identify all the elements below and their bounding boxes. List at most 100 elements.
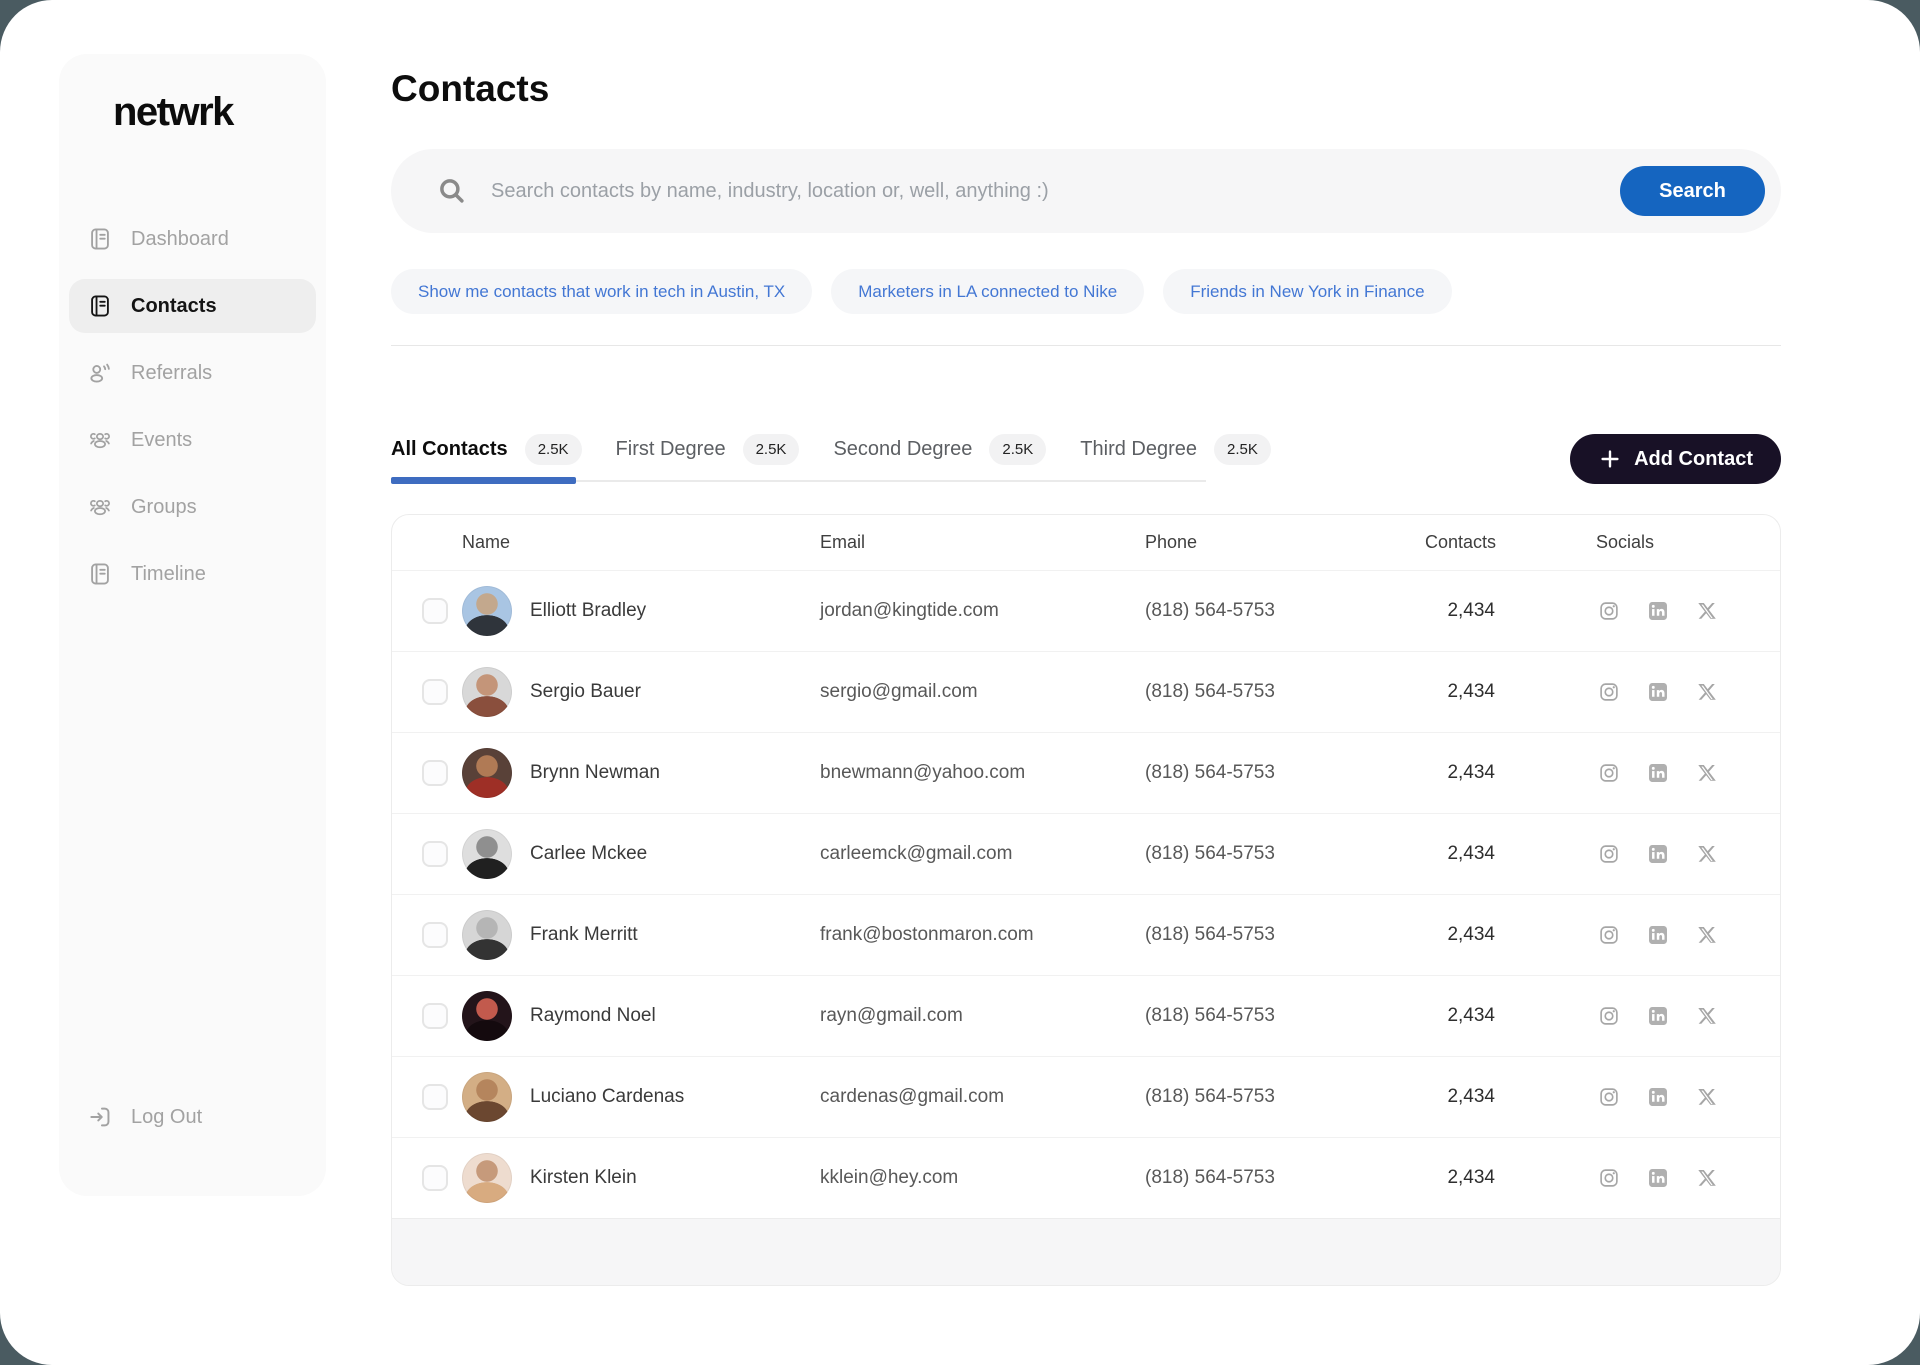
contact-count: 2,434	[1425, 924, 1495, 946]
tab-label: First Degree	[616, 438, 726, 461]
x-icon[interactable]	[1696, 843, 1718, 865]
linkedin-icon[interactable]	[1647, 1086, 1669, 1108]
avatar	[462, 667, 512, 717]
search-suggestion-chips: Show me contacts that work in tech in Au…	[391, 269, 1781, 314]
linkedin-icon[interactable]	[1647, 1005, 1669, 1027]
linkedin-icon[interactable]	[1647, 843, 1669, 865]
instagram-icon[interactable]	[1598, 762, 1620, 784]
sidebar-item-label: Events	[131, 429, 192, 452]
x-icon[interactable]	[1696, 924, 1718, 946]
sidebar-item-events[interactable]: Events	[69, 413, 316, 467]
contact-count: 2,434	[1425, 1167, 1495, 1189]
x-icon[interactable]	[1696, 1086, 1718, 1108]
table-row: Luciano Cardenascardenas@gmail.com(818) …	[392, 1056, 1780, 1137]
instagram-icon[interactable]	[1598, 843, 1620, 865]
contact-phone: (818) 564-5753	[1145, 1167, 1425, 1189]
add-contact-button[interactable]: Add Contact	[1570, 434, 1781, 484]
contact-name: Frank Merritt	[530, 924, 820, 946]
x-icon[interactable]	[1696, 600, 1718, 622]
social-links	[1495, 1005, 1780, 1027]
x-icon[interactable]	[1696, 1167, 1718, 1189]
row-checkbox[interactable]	[422, 598, 448, 624]
tab-first-degree[interactable]: First Degree 2.5K	[616, 434, 800, 465]
row-checkbox[interactable]	[422, 841, 448, 867]
suggestion-chip[interactable]: Show me contacts that work in tech in Au…	[391, 269, 812, 314]
tab-count-badge: 2.5K	[1214, 434, 1271, 465]
search-input[interactable]	[489, 179, 1620, 204]
instagram-icon[interactable]	[1598, 681, 1620, 703]
contact-count: 2,434	[1425, 1005, 1495, 1027]
tab-label: Third Degree	[1080, 438, 1197, 461]
linkedin-icon[interactable]	[1647, 600, 1669, 622]
tab-second-degree[interactable]: Second Degree2.5K	[833, 434, 1046, 465]
x-icon[interactable]	[1696, 1005, 1718, 1027]
table-row: Raymond Noelrayn@gmail.com(818) 564-5753…	[392, 975, 1780, 1056]
contact-email: kklein@hey.com	[820, 1167, 1145, 1189]
sidebar-item-referrals[interactable]: Referrals	[69, 346, 316, 400]
contact-name: Brynn Newman	[530, 762, 820, 784]
linkedin-icon[interactable]	[1647, 681, 1669, 703]
instagram-icon[interactable]	[1598, 924, 1620, 946]
tab-label: Second Degree	[833, 438, 972, 461]
sidebar-item-groups[interactable]: Groups	[69, 480, 316, 534]
avatar	[462, 991, 512, 1041]
suggestion-chip[interactable]: Friends in New York in Finance	[1163, 269, 1451, 314]
avatar	[462, 748, 512, 798]
social-links	[1495, 681, 1780, 703]
sidebar-item-timeline[interactable]: Timeline	[69, 547, 316, 601]
journal-icon	[87, 561, 113, 587]
x-icon[interactable]	[1696, 681, 1718, 703]
contact-count: 2,434	[1425, 681, 1495, 703]
avatar	[462, 829, 512, 879]
tab-all-contacts[interactable]: All Contacts2.5K	[391, 434, 582, 465]
contact-email: carleemck@gmail.com	[820, 843, 1145, 865]
plus-icon	[1598, 447, 1622, 471]
avatar	[462, 1153, 512, 1203]
linkedin-icon[interactable]	[1647, 924, 1669, 946]
tabs-container: All Contacts2.5K First Degree 2.5K Second D…	[391, 434, 1206, 482]
tab-count-badge: 2.5K	[525, 434, 582, 465]
sidebar-item-label: Contacts	[131, 295, 217, 318]
table-header: Name Email Phone Contacts Socials	[392, 515, 1780, 570]
social-links	[1495, 843, 1780, 865]
search-bar: Search	[391, 149, 1781, 233]
instagram-icon[interactable]	[1598, 1005, 1620, 1027]
instagram-icon[interactable]	[1598, 600, 1620, 622]
instagram-icon[interactable]	[1598, 1167, 1620, 1189]
sidebar-nav: Dashboard Contacts Referrals Events Groups Ti…	[59, 212, 326, 601]
row-checkbox[interactable]	[422, 760, 448, 786]
active-tab-indicator	[391, 477, 576, 484]
avatar	[462, 910, 512, 960]
main-content: Contacts Search Show me contacts that wo…	[391, 0, 1781, 1286]
column-header-phone: Phone	[1145, 532, 1425, 553]
add-contact-label: Add Contact	[1634, 448, 1753, 471]
section-divider	[391, 345, 1781, 346]
contact-email: sergio@gmail.com	[820, 681, 1145, 703]
row-checkbox[interactable]	[422, 1084, 448, 1110]
avatar	[462, 586, 512, 636]
social-links	[1495, 762, 1780, 784]
logout-button[interactable]: Log Out	[87, 1104, 202, 1130]
linkedin-icon[interactable]	[1647, 1167, 1669, 1189]
contact-phone: (818) 564-5753	[1145, 1086, 1425, 1108]
sidebar-item-dashboard[interactable]: Dashboard	[69, 212, 316, 266]
sidebar-item-contacts[interactable]: Contacts	[69, 279, 316, 333]
suggestion-chip[interactable]: Marketers in LA connected to Nike	[831, 269, 1144, 314]
page-title: Contacts	[391, 70, 1781, 107]
tab-third-degree[interactable]: Third Degree 2.5K	[1080, 434, 1271, 465]
tab-track	[391, 480, 1206, 482]
tab-count-badge: 2.5K	[743, 434, 800, 465]
row-checkbox[interactable]	[422, 922, 448, 948]
linkedin-icon[interactable]	[1647, 762, 1669, 784]
instagram-icon[interactable]	[1598, 1086, 1620, 1108]
row-checkbox[interactable]	[422, 679, 448, 705]
contact-email: frank@bostonmaron.com	[820, 924, 1145, 946]
column-header-socials: Socials	[1495, 532, 1780, 553]
x-icon[interactable]	[1696, 762, 1718, 784]
contact-email: rayn@gmail.com	[820, 1005, 1145, 1027]
table-row: Brynn Newmanbnewmann@yahoo.com(818) 564-…	[392, 732, 1780, 813]
table-row: Elliott Bradleyjordan@kingtide.com(818) …	[392, 570, 1780, 651]
row-checkbox[interactable]	[422, 1003, 448, 1029]
search-button[interactable]: Search	[1620, 166, 1765, 216]
row-checkbox[interactable]	[422, 1165, 448, 1191]
